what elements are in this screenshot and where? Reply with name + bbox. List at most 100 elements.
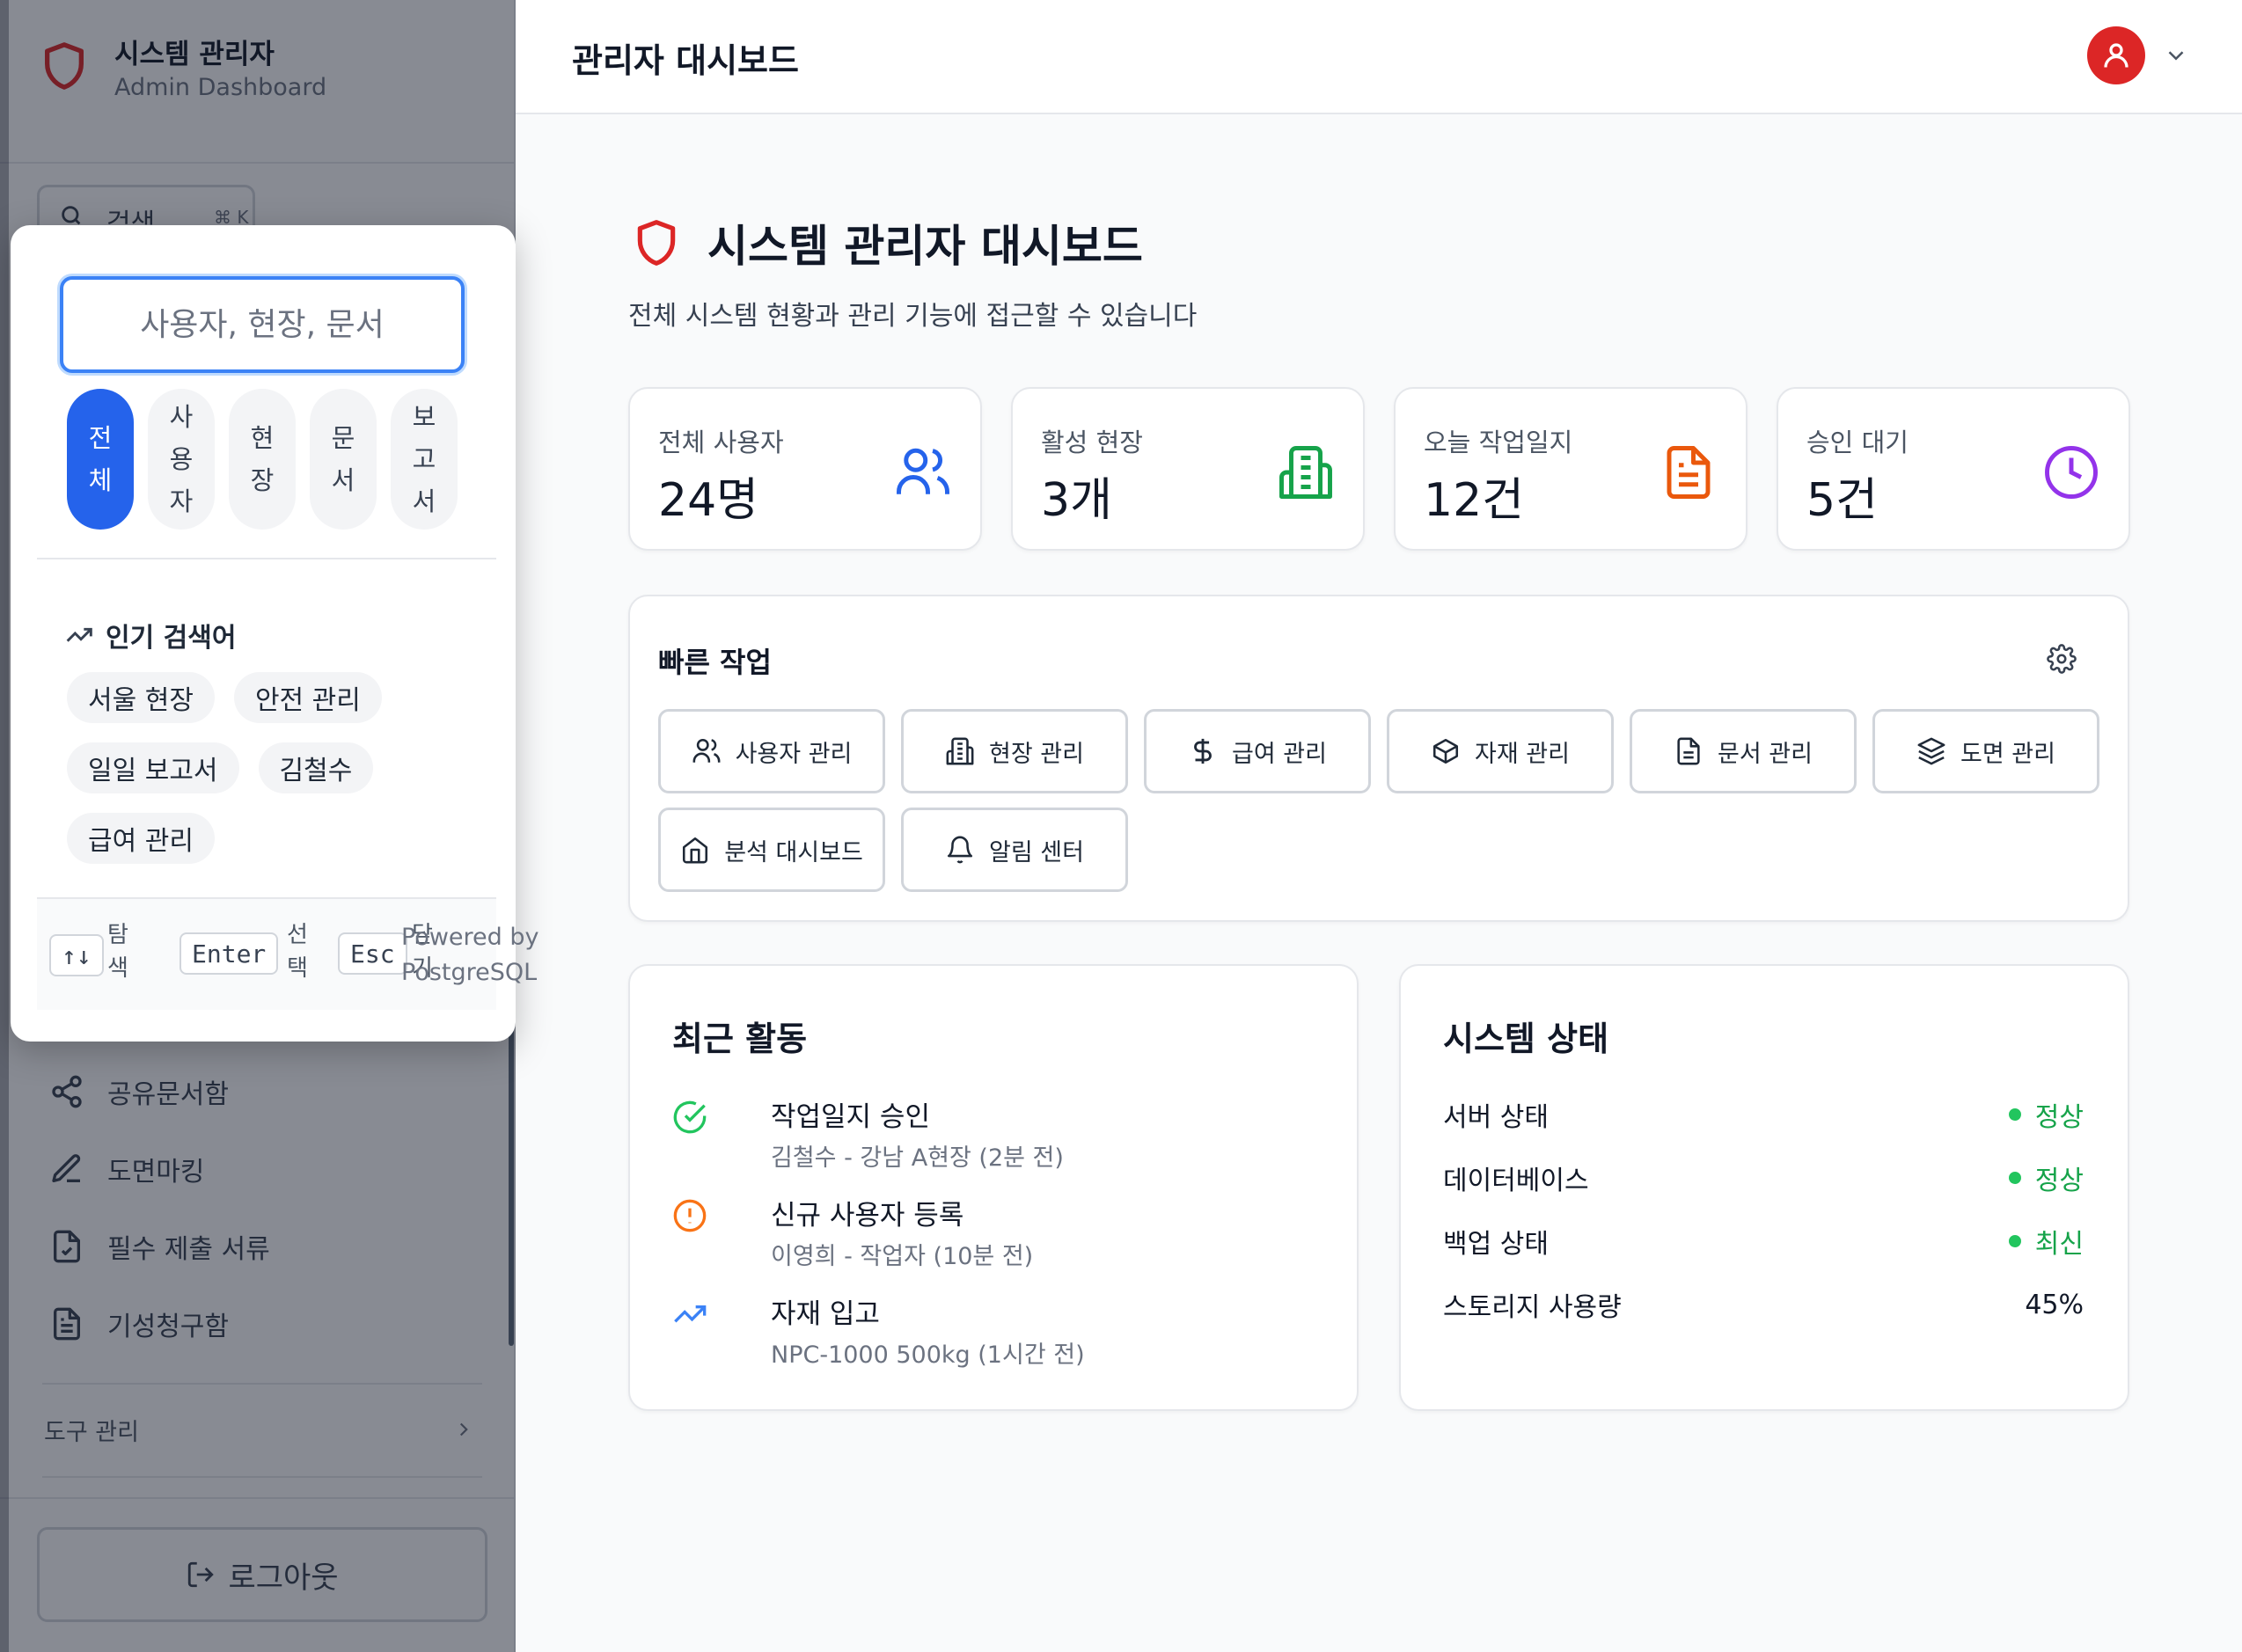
status-dot [2008,1172,2021,1184]
layers-icon [1917,737,1945,765]
stat-value: 24명 [658,474,759,527]
building-icon [946,737,974,765]
category-chip-documents[interactable]: 문서 [310,389,377,530]
file-icon [1677,737,1700,765]
status-badge: 정상 [2008,1159,2084,1197]
clock-icon [2045,446,2098,499]
trending-up-icon [66,627,92,642]
popular-tag[interactable]: 일일 보고서 [67,742,239,793]
button-label: 분석 대시보드 [724,838,863,866]
search-input[interactable] [60,276,465,373]
gear-icon[interactable] [2047,644,2077,674]
status-row: 백업 상태 최신 [1443,1219,2084,1263]
shield-icon [637,220,676,266]
bell-icon [947,836,973,864]
sidebar-scrollbar[interactable] [509,1029,514,1346]
kbd-esc: Esc [338,932,407,975]
stat-card-sites[interactable]: 활성 현장 3개 [1011,387,1365,551]
document-management-button[interactable]: 문서 관리 [1630,709,1857,793]
avatar[interactable] [2087,26,2145,84]
payroll-management-button[interactable]: 급여 관리 [1144,709,1371,793]
storage-usage-value: 45% [2025,1289,2084,1320]
category-chip-reports[interactable]: 보고서 [391,389,458,530]
button-label: 문서 관리 [1718,740,1813,768]
status-key: 데이터베이스 [1443,1166,1589,1196]
quick-actions-card: 빠른 작업 사용자 관리 현장 관리 급여 관리 자재 관리 문서 관리 도면 … [628,595,2129,922]
building-icon [1279,446,1332,499]
status-dot [2008,1235,2021,1247]
stat-label: 오늘 작업일지 [1424,428,1573,457]
status-value: 최신 [2034,1229,2084,1260]
recent-activity-title: 최근 활동 [672,1020,808,1058]
popular-tag[interactable]: 급여 관리 [67,813,215,864]
stat-label: 승인 대기 [1806,428,1909,457]
popover-divider [37,558,496,559]
stat-value: 12건 [1424,474,1525,527]
chevron-down-icon[interactable] [2163,42,2189,69]
popular-tags: 서울 현장 안전 관리 일일 보고서 김철수 급여 관리 [67,672,436,864]
popular-tag[interactable]: 김철수 [258,742,374,793]
dollar-icon [1194,738,1212,764]
header-title: 관리자 대시보드 [572,41,799,80]
category-chip-sites[interactable]: 현장 [229,389,296,530]
kbd-navigate-label: 탐색 [107,922,128,982]
system-status-title: 시스템 상태 [1443,1020,1609,1058]
trending-up-icon [674,1305,707,1323]
status-value: 정상 [2034,1102,2084,1133]
page-heading: 시스템 관리자 대시보드 [632,211,1143,274]
recent-activity-card: 최근 활동 작업일지 승인 김철수 - 강남 A현장 (2분 전) 신규 사용자… [628,964,1359,1411]
search-popover: 전체 사용자 현장 문서 보고서 인기 검색어 서울 현장 안전 관리 일일 보… [11,225,516,1042]
user-icon [2104,43,2128,68]
status-dot [2008,1108,2021,1121]
users-icon [897,448,949,494]
button-label: 알림 센터 [989,838,1084,866]
activity-detail: NPC-1000 500kg (1시간 전) [771,1341,1085,1369]
stat-card-worklogs[interactable]: 오늘 작업일지 12건 [1394,387,1747,551]
kbd-enter: Enter [180,932,279,975]
category-chip-users[interactable]: 사용자 [148,389,215,530]
activity-detail: 이영희 - 작업자 (10분 전) [771,1243,1034,1270]
site-management-button[interactable]: 현장 관리 [901,709,1128,793]
drawing-management-button[interactable]: 도면 관리 [1872,709,2099,793]
quick-actions-title: 빠른 작업 [658,646,772,679]
page-title: 시스템 관리자 대시보드 [707,221,1143,272]
check-circle-icon [673,1100,707,1134]
popular-searches-title: 인기 검색어 [106,623,237,654]
category-chip-all[interactable]: 전체 [67,389,134,530]
status-value: 정상 [2034,1166,2084,1196]
status-badge: 정상 [2008,1095,2084,1134]
stat-value: 3개 [1041,474,1112,527]
status-key: 서버 상태 [1443,1102,1549,1133]
button-label: 사용자 관리 [735,740,853,768]
document-icon [1667,446,1711,499]
status-row: 스토리지 사용량 45% [1443,1283,2084,1327]
analytics-dashboard-button[interactable]: 분석 대시보드 [658,808,885,892]
popular-tag[interactable]: 서울 현장 [67,672,215,723]
status-key: 백업 상태 [1443,1229,1549,1260]
package-icon [1432,738,1459,764]
page-subtitle: 전체 시스템 현황과 관리 기능에 접근할 수 있습니다 [628,301,1198,332]
activity-title: 자재 입고 [771,1298,880,1330]
powered-by: Powered by PostgreSQL [401,924,539,986]
alert-circle-icon [673,1199,707,1232]
button-label: 도면 관리 [1960,740,2055,768]
activity-title: 작업일지 승인 [771,1101,930,1133]
search-category-filters: 전체 사용자 현장 문서 보고서 [67,389,458,530]
activity-detail: 김철수 - 강남 A현장 (2분 전) [771,1144,1064,1172]
stat-label: 활성 현장 [1041,428,1143,457]
stat-label: 전체 사용자 [658,428,784,457]
stat-card-pending[interactable]: 승인 대기 5건 [1777,387,2130,551]
button-label: 현장 관리 [989,740,1084,768]
status-key: 스토리지 사용량 [1443,1292,1622,1323]
activity-title: 신규 사용자 등록 [771,1200,964,1232]
popular-tag[interactable]: 안전 관리 [233,672,382,723]
stat-card-users[interactable]: 전체 사용자 24명 [628,387,982,551]
popular-searches-heading: 인기 검색어 [65,616,236,654]
status-badge: 최신 [2008,1222,2084,1261]
material-management-button[interactable]: 자재 관리 [1387,709,1614,793]
users-icon [692,738,721,763]
user-management-button[interactable]: 사용자 관리 [658,709,885,793]
system-status-card: 시스템 상태 서버 상태 정상 데이터베이스 정상 백업 상태 최신 스토리지 … [1399,964,2129,1411]
notification-center-button[interactable]: 알림 센터 [901,808,1128,892]
backdrop-edge [0,0,9,1652]
